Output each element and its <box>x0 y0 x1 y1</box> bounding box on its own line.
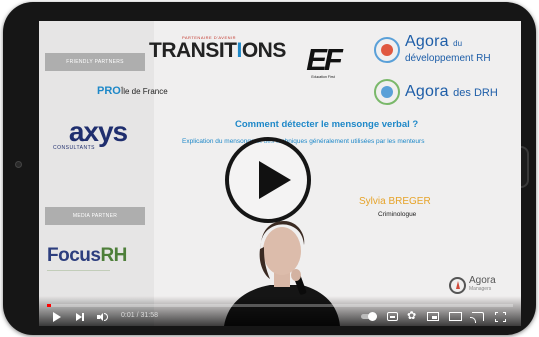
agora-badge-icon <box>374 79 400 105</box>
agora-dev-du: du <box>453 39 463 48</box>
focusrh-logo-a: Focus <box>47 245 101 266</box>
time-display: 0:01 / 31:58 <box>121 312 158 319</box>
transitions-pro-text: PRO <box>97 85 121 97</box>
theater-mode-button[interactable] <box>449 310 462 323</box>
talk-subtitle: Explication du mensonge et des technique… <box>182 138 425 145</box>
transitions-pro-logo: PARTENAIRE D'AVENIR TRANSITIONS <box>149 35 286 62</box>
autoplay-toggle-icon <box>361 312 377 321</box>
fullscreen-button[interactable] <box>495 310 506 323</box>
next-icon <box>76 312 84 321</box>
agora-drh-word: Agora <box>405 83 449 100</box>
settings-button[interactable]: ✿ <box>407 310 416 323</box>
speaker-name: Sylvia BREGER <box>359 196 431 207</box>
play-button[interactable] <box>53 310 61 323</box>
focusrh-tagline: —————————————————— <box>47 268 110 272</box>
volume-button[interactable] <box>97 310 108 323</box>
focusrh-logo-b: RH <box>100 245 127 266</box>
control-bar: 0:01 / 31:58 ✿ <box>39 296 521 326</box>
watermark-sub: Managers <box>469 286 492 292</box>
theater-mode-icon <box>449 312 462 321</box>
media-partner-label: MEDIA PARTNER <box>45 207 145 225</box>
play-icon <box>53 311 61 322</box>
subtitles-icon <box>387 312 398 321</box>
agora-drh-logo: Agora des DRH <box>374 79 498 105</box>
progress-fill <box>47 304 51 307</box>
agora-developpement-rh-logo: Agora du développement RH <box>374 33 491 65</box>
transitions-region-text: Île de France <box>121 87 168 96</box>
miniplayer-button[interactable] <box>427 310 439 323</box>
cast-icon <box>470 312 484 323</box>
transitions-word-a: TRANSIT <box>149 39 237 62</box>
autoplay-toggle[interactable] <box>361 310 377 323</box>
fullscreen-icon <box>495 311 506 322</box>
transitions-word-b: ONS <box>241 39 287 62</box>
agora-dev-rh: développement RH <box>405 53 491 64</box>
partners-column: FRIENDLY PARTNERS axys CONSULTANTS MEDIA… <box>39 21 154 326</box>
progress-bar[interactable] <box>47 304 513 307</box>
agora-drh-des: des DRH <box>453 87 498 99</box>
friendly-partners-label: FRIENDLY PARTNERS <box>45 53 145 71</box>
settings-gear-icon: ✿ <box>407 310 417 322</box>
agora-watermark: Agora Managers <box>449 276 496 294</box>
speaker-role: Criminologue <box>378 211 417 218</box>
video-player[interactable]: FRIENDLY PARTNERS axys CONSULTANTS MEDIA… <box>39 21 521 326</box>
play-icon <box>259 161 291 199</box>
tablet-frame: FRIENDLY PARTNERS axys CONSULTANTS MEDIA… <box>3 2 536 335</box>
agora-badge-icon <box>374 37 400 63</box>
ef-logo: EF Education First <box>301 42 345 79</box>
volume-icon <box>97 312 108 321</box>
talk-title: Comment détecter le mensonge verbal ? <box>235 119 419 130</box>
big-play-button[interactable] <box>225 137 311 223</box>
agora-watermark-icon <box>449 276 466 294</box>
next-button[interactable] <box>76 310 84 323</box>
agora-dev-word: Agora <box>405 33 449 50</box>
miniplayer-icon <box>427 312 439 321</box>
focusrh-logo: FocusRH —————————————————— <box>47 245 147 272</box>
axys-logo-word: axys <box>68 116 128 147</box>
cast-button[interactable] <box>470 310 484 323</box>
subtitles-button[interactable] <box>387 310 398 323</box>
axys-logo: axys CONSULTANTS <box>53 116 143 152</box>
ef-logo-word: EF <box>306 42 343 77</box>
camera-icon <box>15 161 22 168</box>
